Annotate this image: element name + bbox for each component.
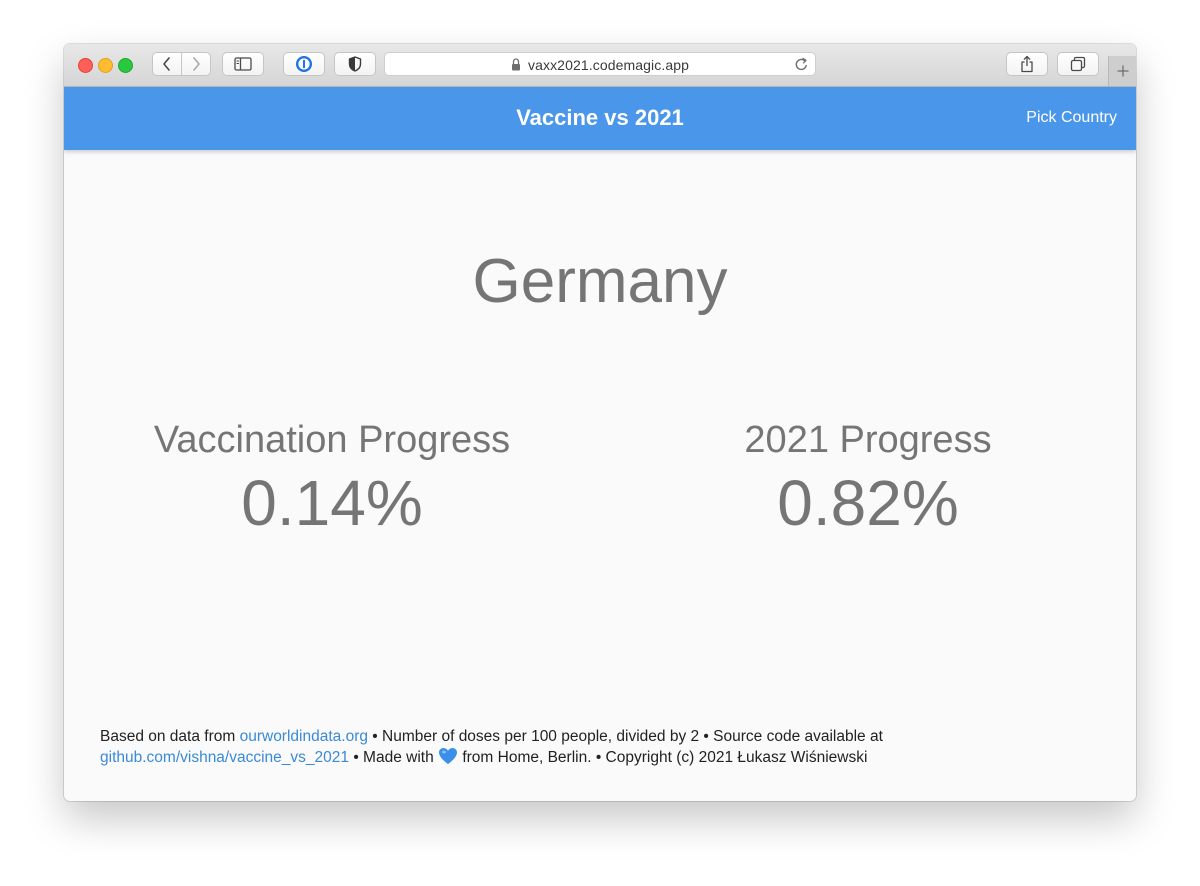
github-link[interactable]: github.com/vishna/vaccine_vs_2021: [100, 749, 349, 766]
pick-country-button[interactable]: Pick Country: [1026, 109, 1117, 127]
reload-icon[interactable]: [794, 57, 809, 72]
footer: Based on data from ourworldindata.org • …: [100, 727, 1100, 768]
blue-heart-icon: [439, 748, 458, 764]
footer-text: • Number of doses per 100 people, divide…: [367, 728, 883, 745]
app-header: Vaccine vs 2021 Pick Country: [64, 87, 1136, 150]
country-name: Germany: [472, 247, 728, 316]
tab-overview-button[interactable]: [1057, 52, 1099, 76]
new-tab-button[interactable]: [1108, 56, 1136, 86]
shield-icon: [348, 56, 362, 72]
footer-text: Based on data from: [100, 728, 240, 745]
footer-text: • Made with: [349, 749, 439, 766]
tabs-icon: [1070, 56, 1086, 72]
url-text: vaxx2021.codemagic.app: [528, 57, 689, 73]
sidebar-toggle-button[interactable]: [222, 52, 264, 76]
back-button[interactable]: [152, 52, 182, 76]
lock-icon: [512, 58, 520, 71]
sidebar-icon: [234, 57, 252, 71]
privacy-shield-button[interactable]: [334, 52, 376, 76]
password-manager-button[interactable]: [283, 52, 325, 76]
browser-toolbar: vaxx2021.codemagic.app: [64, 44, 1136, 87]
app-title: Vaccine vs 2021: [516, 105, 684, 130]
minimize-window-button[interactable]: [98, 58, 113, 73]
stat-value: 0.14%: [241, 467, 423, 539]
forward-button[interactable]: [181, 52, 211, 76]
close-window-button[interactable]: [78, 58, 93, 73]
browser-window: vaxx2021.codemagic.app Vaccine vs 2021 P…: [64, 44, 1136, 801]
password-manager-icon: [296, 56, 312, 72]
year-progress-stat: 2021 Progress 0.82%: [658, 416, 1078, 542]
vaccination-progress-stat: Vaccination Progress 0.14%: [122, 416, 542, 542]
stat-label: 2021 Progress: [744, 419, 992, 461]
share-button[interactable]: [1006, 52, 1048, 76]
footer-text: from Home, Berlin. • Copyright (c) 2021 …: [458, 749, 868, 766]
plus-icon: [1117, 65, 1128, 77]
chevron-right-icon: [193, 57, 200, 71]
chevron-left-icon: [163, 57, 170, 71]
share-icon: [1021, 55, 1033, 73]
address-bar[interactable]: vaxx2021.codemagic.app: [384, 52, 816, 76]
zoom-window-button[interactable]: [118, 58, 133, 73]
stat-value: 0.82%: [777, 467, 959, 539]
ourworldindata-link[interactable]: ourworldindata.org: [240, 728, 368, 745]
stat-label: Vaccination Progress: [153, 419, 511, 461]
